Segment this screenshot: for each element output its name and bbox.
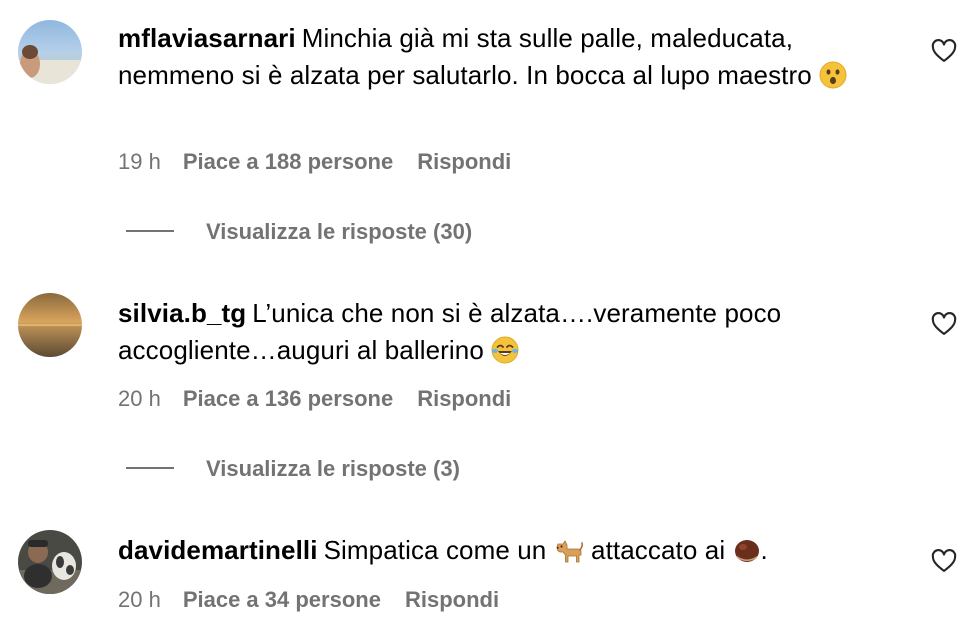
view-replies-label: Visualizza le risposte (3) [206, 456, 460, 481]
comment-body: silvia.b_tg L’unica che non si è alzata….… [118, 295, 908, 374]
chestnut-emoji [733, 536, 761, 574]
avatar[interactable] [18, 20, 82, 84]
face-with-tears-of-joy-emoji [491, 336, 519, 374]
reply-button[interactable]: Rispondi [405, 587, 499, 612]
likes-count-link[interactable]: Piace a 188 persone [183, 149, 393, 174]
comment-timestamp: 20 h [118, 587, 161, 612]
comment-username[interactable]: mflaviasarnari [118, 23, 296, 53]
view-replies-button[interactable]: Visualizza le risposte (30) [126, 219, 472, 245]
comment-timestamp: 20 h [118, 386, 161, 411]
comment-body: davidemartinelli Simpatica come un attacc… [118, 532, 908, 574]
reply-button[interactable]: Rispondi [417, 386, 511, 411]
comment-meta: 20 h Piace a 34 persone Rispondi [118, 587, 499, 613]
dog-emoji [554, 536, 584, 574]
comment-username[interactable]: silvia.b_tg [118, 298, 246, 328]
likes-count-link[interactable]: Piace a 136 persone [183, 386, 393, 411]
comment-text: Simpatica come un [323, 535, 547, 565]
heart-outline-icon[interactable] [930, 310, 958, 338]
likes-count-link[interactable]: Piace a 34 persone [183, 587, 381, 612]
comment-body: mflaviasarnari Minchia già mi sta sulle p… [118, 20, 908, 99]
comment-meta: 19 h Piace a 188 persone Rispondi [118, 149, 511, 175]
astonished-face-emoji [819, 61, 847, 99]
reply-button[interactable]: Rispondi [417, 149, 511, 174]
avatar[interactable] [18, 293, 82, 357]
view-replies-label: Visualizza le risposte (30) [206, 219, 473, 244]
avatar[interactable] [18, 530, 82, 594]
comment-meta: 20 h Piace a 136 persone Rispondi [118, 386, 511, 412]
comment-timestamp: 19 h [118, 149, 161, 174]
replies-divider [126, 230, 174, 232]
heart-outline-icon[interactable] [930, 547, 958, 575]
comment-username[interactable]: davidemartinelli [118, 535, 318, 565]
comment-text: . [760, 535, 768, 565]
comment-text: attaccato ai [591, 535, 726, 565]
heart-outline-icon[interactable] [930, 37, 958, 65]
view-replies-button[interactable]: Visualizza le risposte (3) [126, 456, 460, 482]
replies-divider [126, 467, 174, 469]
